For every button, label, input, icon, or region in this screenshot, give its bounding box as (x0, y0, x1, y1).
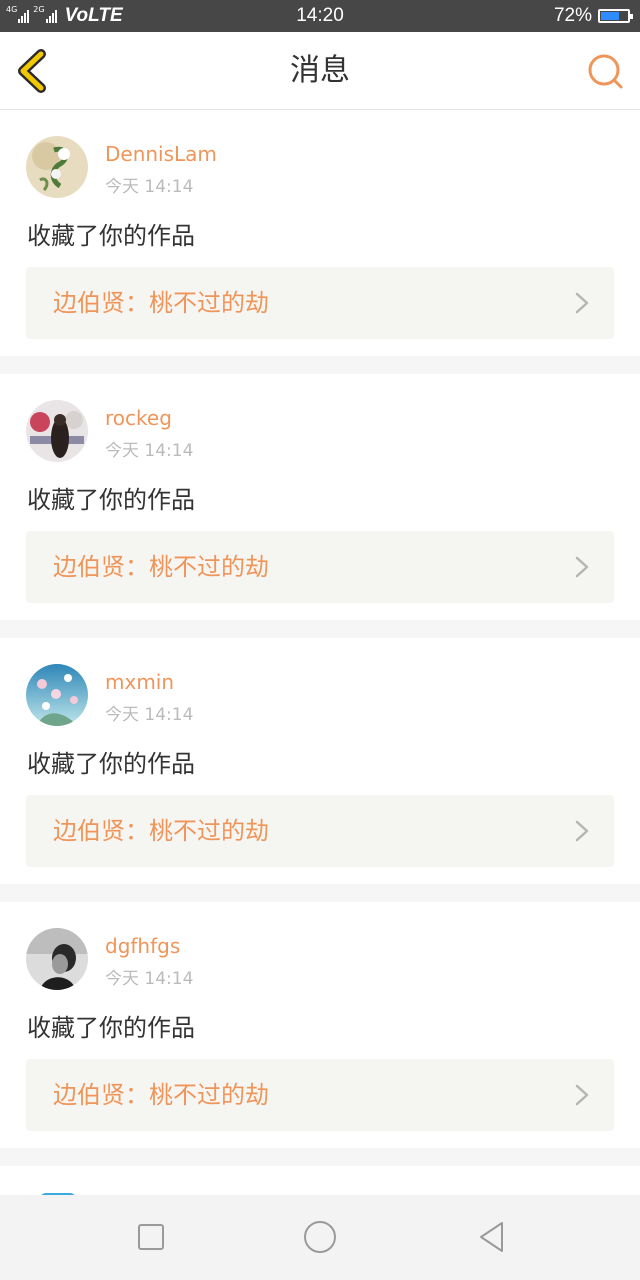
chevron-right-icon (575, 556, 589, 578)
username[interactable]: dgfhfgs (105, 934, 180, 958)
system-nav-bar (0, 1195, 640, 1280)
action-text: 收藏了你的作品 (27, 750, 195, 778)
timestamp: 今天 14:14 (105, 441, 194, 461)
username[interactable]: mxmin (105, 670, 174, 694)
battery-group: 72% (553, 0, 633, 32)
message-item: dgfhfgs 今天 14:14 收藏了你的作品 边伯贤：桃不过的劫 (0, 902, 640, 1148)
username[interactable]: rockeg (105, 406, 172, 430)
work-link[interactable]: 边伯贤：桃不过的劫 (26, 531, 614, 603)
work-link[interactable]: 边伯贤：桃不过的劫 (26, 267, 614, 339)
circle-icon (304, 1221, 336, 1253)
top-app-bar: 消息 (0, 32, 640, 110)
work-title: 边伯贤：桃不过的劫 (53, 553, 269, 581)
page-title: 消息 (290, 53, 350, 88)
avatar[interactable] (26, 136, 88, 198)
home-button[interactable] (298, 1215, 342, 1259)
timestamp: 今天 14:14 (105, 969, 194, 989)
clock: 14:20 (296, 5, 344, 26)
battery-percent: 72% (553, 5, 592, 26)
chevron-right-icon (575, 292, 589, 314)
back-button[interactable] (14, 48, 54, 94)
battery-icon (598, 9, 633, 23)
message-item: rockeg 今天 14:14 收藏了你的作品 边伯贤：桃不过的劫 (0, 374, 640, 620)
avatar-image (26, 664, 88, 726)
work-title: 边伯贤：桃不过的劫 (53, 1081, 269, 1109)
chevron-left-icon (18, 49, 46, 93)
square-icon (138, 1224, 164, 1250)
avatar[interactable] (26, 400, 88, 462)
timestamp: 今天 14:14 (105, 177, 194, 197)
avatar-image (26, 136, 88, 198)
action-text: 收藏了你的作品 (27, 1014, 195, 1042)
action-text: 收藏了你的作品 (27, 222, 195, 250)
work-title: 边伯贤：桃不过的劫 (53, 817, 269, 845)
avatar[interactable] (26, 664, 88, 726)
recent-apps-button[interactable] (129, 1215, 173, 1259)
chevron-right-icon (575, 1084, 589, 1106)
avatar[interactable] (26, 928, 88, 990)
message-item: mxmin 今天 14:14 收藏了你的作品 边伯贤：桃不过的劫 (0, 638, 640, 884)
avatar-image (26, 928, 88, 990)
work-link[interactable]: 边伯贤：桃不过的劫 (26, 795, 614, 867)
action-text: 收藏了你的作品 (27, 486, 195, 514)
timestamp: 今天 14:14 (105, 705, 194, 725)
message-item: DennisLam 今天 14:14 收藏了你的作品 边伯贤：桃不过的劫 (0, 110, 640, 356)
status-bar: 4G 2G VoLTE 14:20 72% (0, 0, 640, 32)
chevron-right-icon (575, 820, 589, 842)
username[interactable]: DennisLam (105, 142, 217, 166)
work-title: 边伯贤：桃不过的劫 (53, 289, 269, 317)
avatar-image (26, 400, 88, 462)
search-icon (588, 54, 623, 89)
triangle-back-icon (480, 1222, 503, 1252)
system-back-button[interactable] (470, 1215, 514, 1259)
message-item (0, 1166, 640, 1196)
search-button[interactable] (586, 52, 626, 92)
battery-level-fill (601, 12, 620, 20)
work-link[interactable]: 边伯贤：桃不过的劫 (26, 1059, 614, 1131)
